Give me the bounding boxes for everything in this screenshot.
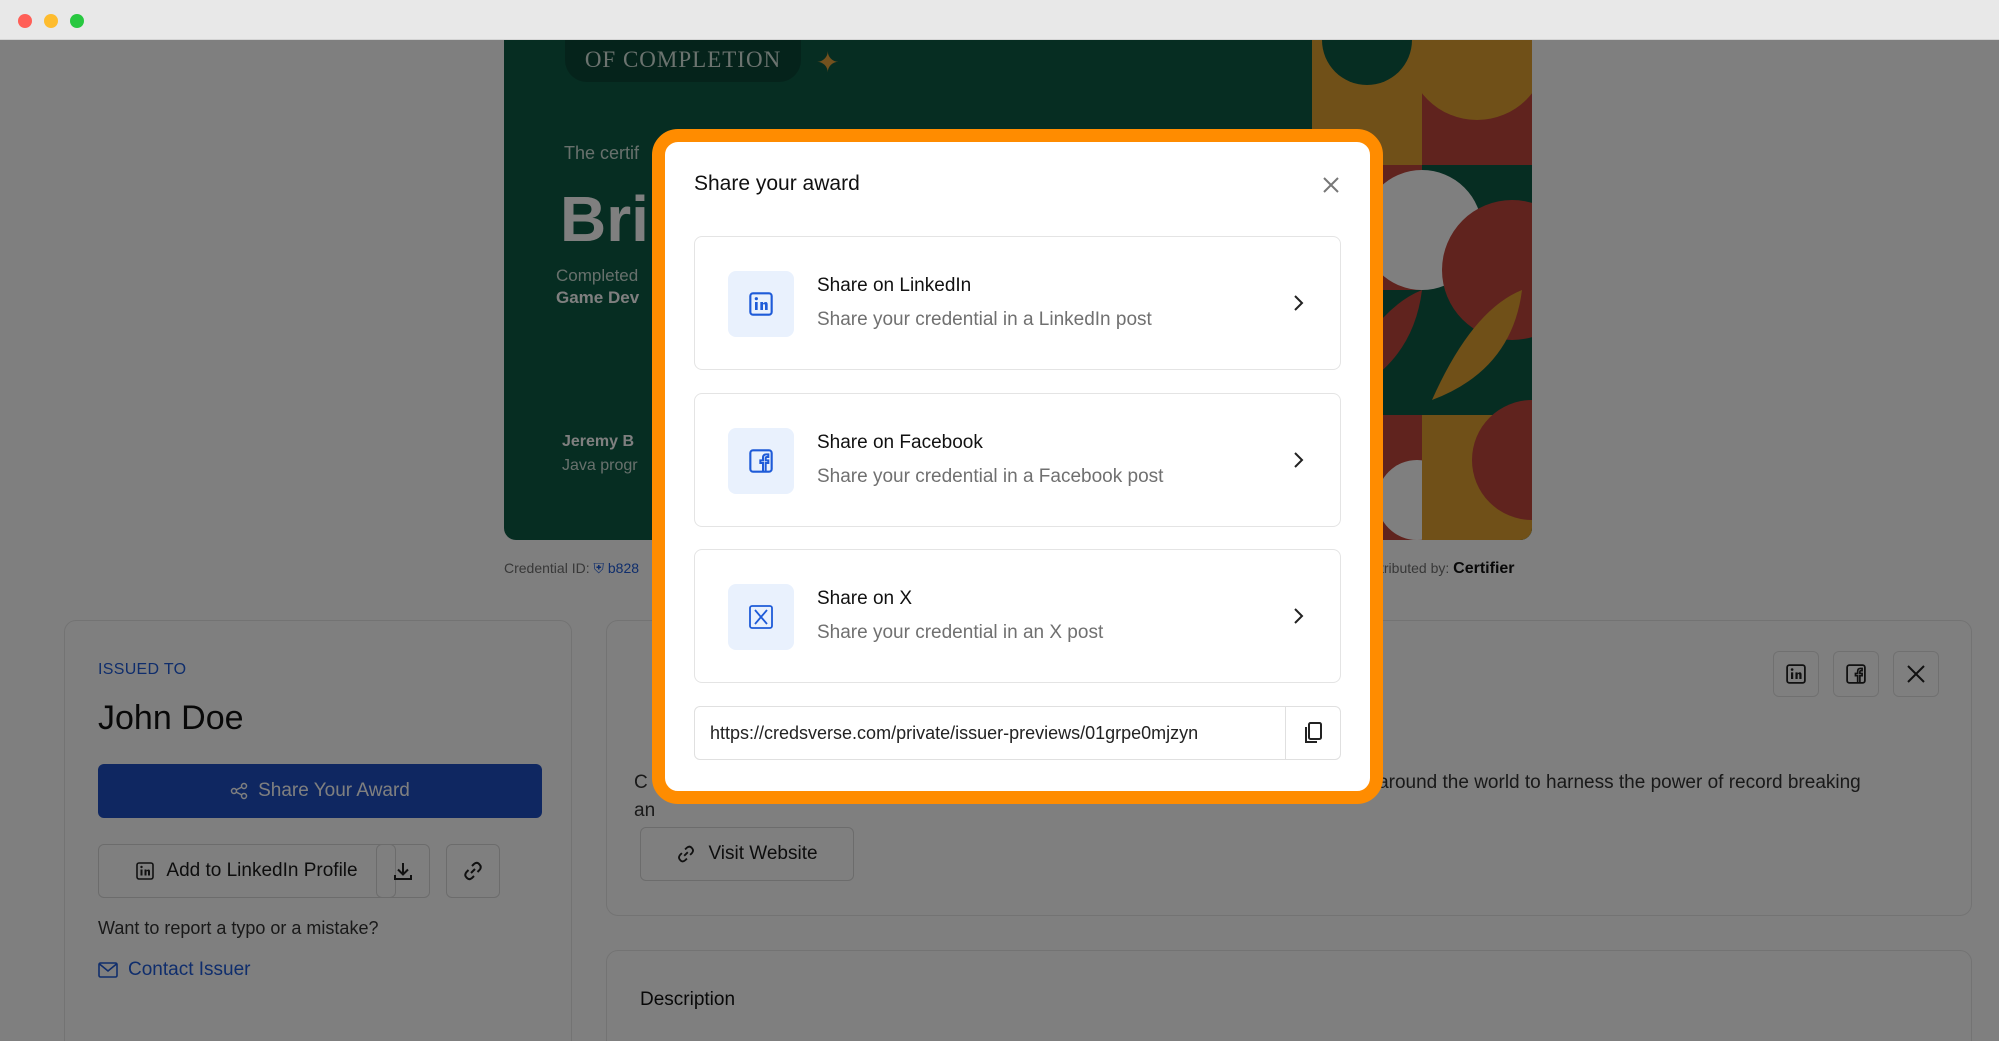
linkedin-icon <box>728 271 794 337</box>
share-x-subtitle: Share your credential in an X post <box>817 622 1104 643</box>
share-facebook-subtitle: Share your credential in a Facebook post <box>817 466 1164 487</box>
chevron-right-icon <box>1294 608 1304 624</box>
share-linkedin-title: Share on LinkedIn <box>817 275 972 296</box>
maximize-window-button[interactable] <box>70 14 84 28</box>
minimize-window-button[interactable] <box>44 14 58 28</box>
modal-title: Share your award <box>694 172 860 195</box>
chevron-right-icon <box>1294 295 1304 311</box>
share-facebook-option[interactable]: Share on Facebook Share your credential … <box>694 393 1341 527</box>
copy-icon <box>1305 722 1322 743</box>
x-icon <box>728 584 794 650</box>
share-facebook-title: Share on Facebook <box>817 432 983 453</box>
copy-url-button[interactable] <box>1285 707 1340 759</box>
close-icon[interactable] <box>1316 170 1346 200</box>
facebook-icon <box>728 428 794 494</box>
close-window-button[interactable] <box>18 14 32 28</box>
share-url-text[interactable]: https://credsverse.com/private/issuer-pr… <box>710 723 1272 744</box>
share-linkedin-subtitle: Share your credential in a LinkedIn post <box>817 309 1152 330</box>
window-titlebar <box>0 0 1999 40</box>
share-url-field[interactable]: https://credsverse.com/private/issuer-pr… <box>694 706 1341 760</box>
chevron-right-icon <box>1294 452 1304 468</box>
share-linkedin-option[interactable]: Share on LinkedIn Share your credential … <box>694 236 1341 370</box>
share-x-option[interactable]: Share on X Share your credential in an X… <box>694 549 1341 683</box>
share-x-title: Share on X <box>817 588 913 609</box>
